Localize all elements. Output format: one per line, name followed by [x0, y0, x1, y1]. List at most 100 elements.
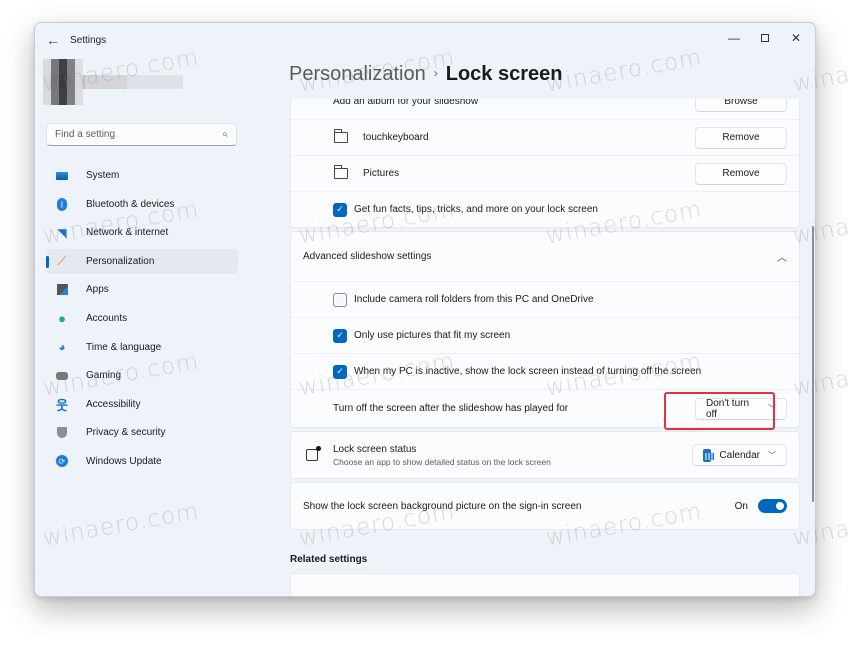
- arrow-left-icon: ←: [46, 32, 60, 48]
- sidebar-item-label: Gaming: [86, 370, 122, 382]
- sidebar-item-label: Personalization: [86, 255, 155, 267]
- turn-off-screen-label: Turn off the screen after the slideshow …: [333, 403, 569, 414]
- wifi-icon: ◥: [57, 225, 67, 240]
- breadcrumb: Personalization › Lock screen: [289, 63, 562, 86]
- maximize-icon: [761, 34, 769, 42]
- settings-window: ← Settings — ✕ Find a setting ⌕ System ᛒ…: [34, 22, 816, 597]
- apps-icon: [55, 283, 69, 297]
- monitor-icon: [55, 169, 69, 183]
- fun-facts-label: Get fun facts, tips, tricks, and more on…: [354, 204, 598, 215]
- checkmark-icon: ✓: [336, 330, 344, 340]
- sidebar-item-bluetooth[interactable]: ᛒ Bluetooth & devices: [46, 192, 238, 217]
- close-button[interactable]: ✕: [781, 27, 811, 49]
- fit-screen-row: ✓ Only use pictures that fit my screen: [291, 317, 799, 353]
- accessibility-icon: 웃: [56, 397, 68, 413]
- dropdown-value: Don't turn off: [706, 397, 750, 420]
- lock-screen-status-card: Lock screen status Choose an app to show…: [290, 431, 800, 479]
- folder-row: touchkeyboard Remove: [291, 119, 799, 155]
- chevron-down-icon: ﹀: [768, 404, 776, 413]
- sidebar-nav: System ᛒ Bluetooth & devices ◥ Network &…: [46, 163, 238, 478]
- sidebar-item-privacy[interactable]: Privacy & security: [46, 420, 238, 445]
- bluetooth-icon: ᛒ: [55, 197, 69, 211]
- main-content: Add an album for your slideshow Browse t…: [290, 83, 800, 596]
- back-button[interactable]: ←: [43, 31, 63, 49]
- sidebar-item-label: System: [86, 170, 120, 181]
- camera-roll-row: Include camera roll folders from this PC…: [291, 281, 799, 317]
- search-icon: ⌕: [222, 129, 228, 140]
- calendar-icon: [703, 448, 715, 462]
- fun-facts-checkbox[interactable]: ✓: [333, 202, 347, 217]
- sidebar-item-system[interactable]: System: [46, 163, 238, 188]
- scrollbar[interactable]: [812, 226, 814, 502]
- turn-off-screen-dropdown[interactable]: Don't turn off ﹀: [695, 397, 787, 420]
- close-icon: ✕: [790, 31, 802, 45]
- minimize-button[interactable]: —: [719, 27, 749, 49]
- search-input[interactable]: Find a setting ⌕: [46, 123, 237, 146]
- advanced-slideshow-card: Advanced slideshow settings ︿ Include ca…: [290, 231, 800, 430]
- screen-timeout-card[interactable]: Screen timeout ›: [290, 573, 800, 596]
- globe-clock-icon: ◕: [58, 340, 66, 355]
- chevron-down-icon: ﹀: [768, 450, 776, 460]
- sidebar-item-personalization[interactable]: ⟋ Personalization: [46, 248, 238, 274]
- toggle-state-label: On: [734, 500, 748, 512]
- signin-background-card: Show the lock screen background picture …: [290, 482, 800, 530]
- sidebar-item-label: Time & language: [86, 341, 162, 353]
- update-icon: ⟳: [55, 454, 69, 468]
- sidebar-item-apps[interactable]: Apps: [46, 277, 238, 302]
- chevron-up-icon: ︿: [777, 253, 787, 264]
- advanced-slideshow-header[interactable]: Advanced slideshow settings ︿: [291, 232, 799, 281]
- search-placeholder: Find a setting: [55, 129, 116, 140]
- sidebar-item-gaming[interactable]: Gaming: [46, 363, 238, 388]
- inactive-lock-checkbox[interactable]: ✓: [333, 364, 347, 379]
- camera-roll-label: Include camera roll folders from this PC…: [354, 294, 594, 305]
- app-title: Settings: [70, 35, 107, 46]
- folder-name: touchkeyboard: [363, 132, 429, 143]
- signin-background-toggle[interactable]: [758, 499, 787, 513]
- advanced-slideshow-title: Advanced slideshow settings: [303, 251, 432, 262]
- person-icon: ●: [58, 310, 66, 326]
- folder-icon: [334, 129, 348, 143]
- inactive-lock-label: When my PC is inactive, show the lock sc…: [354, 366, 702, 377]
- inactive-lock-row: ✓ When my PC is inactive, show the lock …: [291, 353, 799, 389]
- signin-background-label: Show the lock screen background picture …: [303, 500, 582, 512]
- folder-icon: [334, 165, 348, 179]
- sidebar-item-time-language[interactable]: ◕ Time & language: [46, 335, 238, 360]
- gamepad-icon: [55, 369, 69, 383]
- lock-status-dropdown[interactable]: Calendar ﹀: [692, 444, 787, 466]
- checkmark-icon: ✓: [336, 204, 344, 214]
- remove-folder-button[interactable]: Remove: [695, 126, 787, 149]
- sidebar-item-label: Accessibility: [86, 398, 141, 410]
- shield-icon: [55, 426, 69, 440]
- checkmark-icon: ✓: [336, 366, 344, 376]
- camera-roll-checkbox[interactable]: [333, 292, 347, 307]
- dropdown-value: Calendar: [719, 449, 760, 461]
- breadcrumb-parent[interactable]: Personalization: [289, 63, 426, 85]
- sidebar-item-windows-update[interactable]: ⟳ Windows Update: [46, 449, 238, 474]
- sidebar-item-network[interactable]: ◥ Network & internet: [46, 220, 238, 245]
- sidebar-item-label: Network & internet: [86, 227, 169, 239]
- user-profile[interactable]: [43, 59, 183, 105]
- folder-row: Pictures Remove: [291, 155, 799, 191]
- title-bar: ← Settings — ✕: [35, 23, 815, 57]
- slideshow-albums-card: Add an album for your slideshow Browse t…: [290, 83, 800, 228]
- sidebar-item-label: Windows Update: [86, 455, 162, 467]
- brush-icon: ⟋: [57, 253, 67, 269]
- avatar: [43, 59, 83, 105]
- fit-screen-checkbox[interactable]: ✓: [333, 328, 347, 343]
- chevron-right-icon: ›: [433, 66, 438, 80]
- related-settings-title: Related settings: [290, 554, 368, 565]
- folder-name: Pictures: [363, 168, 400, 179]
- lock-status-title: Lock screen status: [333, 443, 417, 455]
- sidebar-item-label: Privacy & security: [86, 427, 166, 439]
- maximize-button[interactable]: [750, 27, 780, 49]
- fun-facts-row: ✓ Get fun facts, tips, tricks, and more …: [291, 191, 799, 227]
- sidebar-item-accessibility[interactable]: 웃 Accessibility: [46, 392, 238, 417]
- sidebar-item-label: Apps: [86, 284, 109, 296]
- remove-folder-button[interactable]: Remove: [695, 162, 787, 185]
- sidebar-item-label: Accounts: [86, 312, 128, 324]
- sidebar-item-label: Bluetooth & devices: [86, 198, 175, 210]
- turn-off-screen-row: Turn off the screen after the slideshow …: [291, 389, 799, 430]
- sidebar-item-accounts[interactable]: ● Accounts: [46, 306, 238, 331]
- lock-status-icon: [306, 446, 321, 461]
- minimize-icon: —: [728, 31, 740, 45]
